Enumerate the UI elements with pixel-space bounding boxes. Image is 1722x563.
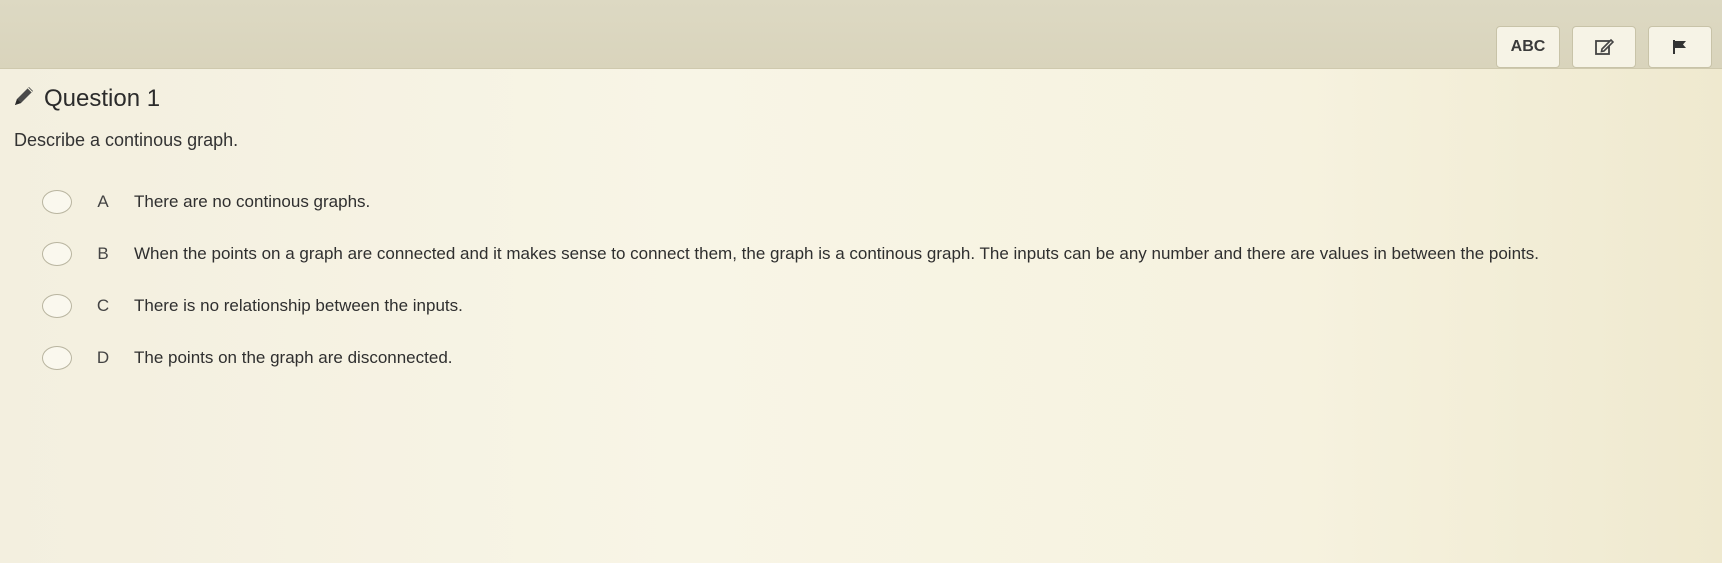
- flag-icon: [1671, 38, 1689, 56]
- option-d[interactable]: D The points on the graph are disconnect…: [42, 332, 1702, 384]
- radio-b[interactable]: [42, 242, 72, 266]
- notes-button[interactable]: [1572, 26, 1636, 68]
- option-letter: C: [96, 296, 110, 315]
- radio-d[interactable]: [42, 346, 72, 370]
- option-text: When the points on a graph are connected…: [134, 244, 1539, 263]
- option-text: There are no continous graphs.: [134, 192, 371, 211]
- question-prompt: Describe a continous graph.: [14, 130, 239, 150]
- question-header: Question 1: [12, 84, 160, 113]
- edit-icon: [1594, 37, 1614, 57]
- radio-a[interactable]: [42, 190, 72, 214]
- spellcheck-button[interactable]: ABC: [1496, 26, 1560, 68]
- pencil-icon: [12, 84, 36, 113]
- question-title: Question 1: [44, 84, 161, 112]
- spellcheck-label: ABC: [1510, 38, 1546, 55]
- tool-group: ABC: [1496, 26, 1712, 68]
- flag-button[interactable]: [1648, 26, 1712, 68]
- option-b[interactable]: B When the points on a graph are connect…: [42, 228, 1702, 280]
- option-letter: A: [97, 192, 109, 211]
- answer-options: A There are no continous graphs. B When …: [42, 176, 1702, 384]
- option-text: There is no relationship between the inp…: [134, 296, 463, 315]
- option-text: The points on the graph are disconnected…: [134, 348, 453, 367]
- option-letter: D: [96, 348, 110, 367]
- option-c[interactable]: C There is no relationship between the i…: [42, 280, 1702, 332]
- option-a[interactable]: A There are no continous graphs.: [42, 176, 1702, 228]
- radio-c[interactable]: [42, 294, 72, 318]
- option-letter: B: [97, 244, 109, 263]
- top-toolbar: ABC: [0, 0, 1722, 69]
